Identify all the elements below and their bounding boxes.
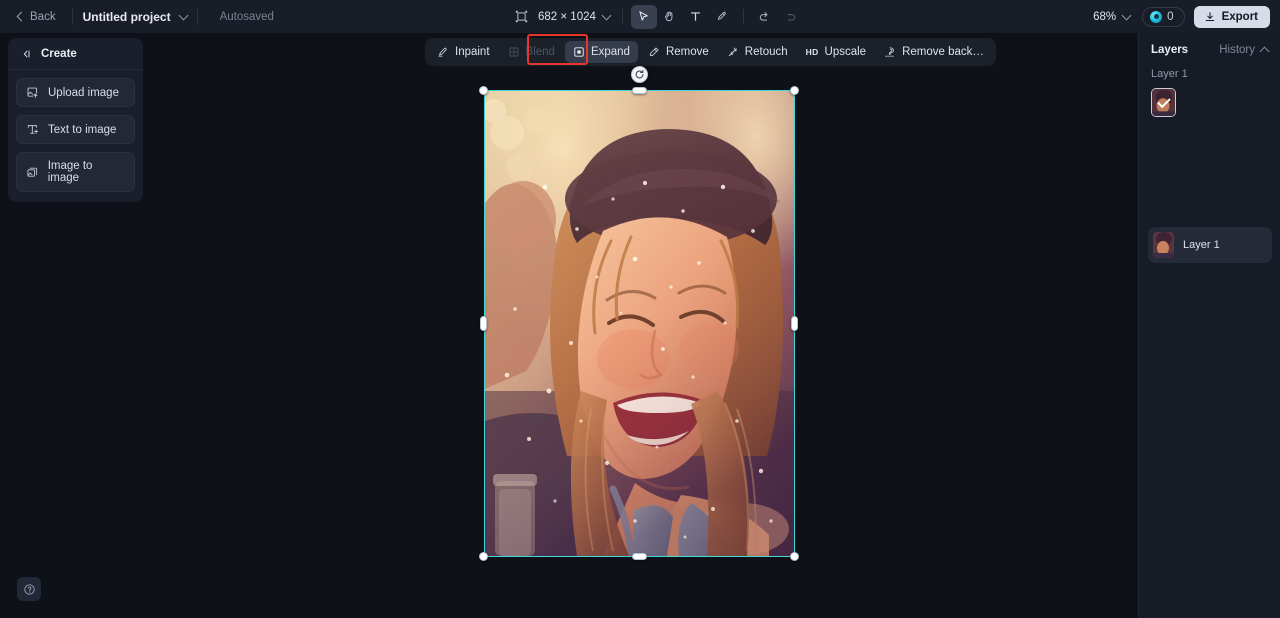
- help-button[interactable]: [17, 577, 41, 601]
- header-left-group: Back Untitled project Autosaved: [0, 0, 274, 33]
- resize-handle-top-left[interactable]: [479, 86, 488, 95]
- expand-label: Expand: [590, 46, 630, 58]
- create-panel-title: Create: [41, 48, 77, 60]
- layer-row[interactable]: Layer 1: [1148, 227, 1272, 263]
- credits-badge[interactable]: 0: [1142, 6, 1185, 27]
- help-icon: [23, 583, 35, 595]
- toolbar-divider-2: [742, 9, 744, 24]
- remove-button[interactable]: Remove: [640, 41, 717, 63]
- canvas-size-selector[interactable]: 682 × 1024: [534, 8, 614, 26]
- upscale-button[interactable]: HD Upscale: [798, 41, 874, 63]
- upscale-label: Upscale: [824, 46, 867, 58]
- resize-handle-right-center[interactable]: [791, 316, 798, 331]
- layer-name: Layer 1: [1183, 239, 1220, 251]
- remove-background-button[interactable]: Remove back…: [876, 41, 992, 63]
- autosave-status: Autosaved: [219, 10, 274, 23]
- header-right-group: 68% 0 Export: [1090, 0, 1270, 33]
- history-group-label: Layer 1: [1151, 68, 1188, 80]
- blend-label: Blend: [525, 46, 555, 58]
- hd-icon: HD: [805, 47, 819, 57]
- blend-icon: [509, 47, 519, 57]
- blend-button[interactable]: Blend: [500, 41, 563, 63]
- tab-history-label: History: [1219, 44, 1255, 56]
- select-tool-button[interactable]: [630, 4, 657, 29]
- zoom-level-selector[interactable]: 68%: [1090, 8, 1133, 26]
- export-button[interactable]: Export: [1193, 5, 1270, 28]
- tab-history[interactable]: History: [1219, 44, 1270, 56]
- resize-handle-bottom-left[interactable]: [479, 552, 488, 561]
- text-to-image-icon: [27, 125, 39, 134]
- create-item-label: Image to image: [47, 160, 93, 184]
- resize-handle-bottom-right[interactable]: [790, 552, 799, 561]
- create-item-label: Text to image: [48, 123, 117, 136]
- image-to-image-button[interactable]: Image to image: [16, 152, 135, 192]
- credit-token-icon: [1150, 10, 1163, 23]
- create-panel: Create Upload image Text to image Image …: [8, 38, 143, 202]
- back-label: Back: [30, 10, 56, 23]
- zoom-level-value: 68%: [1093, 10, 1117, 23]
- resize-handle-bottom-center[interactable]: [632, 553, 647, 560]
- create-item-label: Upload image: [48, 86, 119, 99]
- text-to-image-button[interactable]: Text to image: [16, 115, 135, 144]
- canvas-size-chevron-down-icon: [601, 10, 612, 20]
- history-section: Layer 1: [1139, 66, 1280, 117]
- rotate-handle[interactable]: [631, 66, 648, 83]
- header-divider-2: [196, 8, 198, 25]
- history-thumbnail[interactable]: [1151, 88, 1176, 117]
- image-to-image-icon: [27, 167, 38, 177]
- layers-panel: Layers History Layer 1 Layer 1: [1138, 33, 1280, 618]
- upload-image-icon: [27, 87, 38, 98]
- header-divider: [71, 8, 73, 25]
- brush-tool-button[interactable]: [709, 5, 735, 29]
- layers-panel-header: Layers History: [1139, 33, 1280, 66]
- remove-background-icon: [885, 47, 895, 57]
- redo-button[interactable]: [778, 5, 804, 29]
- canvas-frame-icon[interactable]: [508, 5, 534, 29]
- chevron-left-icon: [16, 11, 27, 22]
- resize-handle-top-right[interactable]: [790, 86, 799, 95]
- header-center-toolbar: 682 × 1024: [508, 0, 804, 33]
- expand-icon: [574, 47, 584, 57]
- create-panel-items: Upload image Text to image Image to imag…: [8, 70, 143, 202]
- remove-icon: [649, 47, 659, 57]
- expand-button[interactable]: Expand: [564, 41, 638, 63]
- remove-label: Remove: [665, 46, 709, 58]
- layers-list: Layer 1: [1139, 219, 1280, 271]
- layer-thumbnail: [1153, 232, 1174, 258]
- download-icon: [1205, 11, 1214, 21]
- toolbar-divider-1: [621, 9, 623, 24]
- retouch-label: Retouch: [744, 46, 788, 58]
- canvas-size-value: 682 × 1024: [538, 10, 596, 23]
- zoom-chevron-down-icon: [1121, 10, 1132, 20]
- chevron-down-icon[interactable]: [178, 10, 189, 20]
- resize-handle-top-center[interactable]: [632, 87, 647, 94]
- collapse-panel-icon: [23, 50, 30, 58]
- retouch-icon: [728, 47, 737, 57]
- export-label: Export: [1221, 10, 1258, 23]
- inpaint-label: Inpaint: [455, 46, 490, 58]
- edit-tools-toolbar: Inpaint Blend Expand Remove Retouch HD U…: [425, 38, 996, 66]
- hand-tool-button[interactable]: [657, 5, 683, 29]
- inpaint-icon: [438, 47, 447, 57]
- create-panel-header: Create: [8, 38, 143, 70]
- selection-frame: [484, 90, 795, 557]
- resize-handle-left-center[interactable]: [480, 316, 487, 331]
- project-name[interactable]: Untitled project: [83, 10, 171, 24]
- tab-layers[interactable]: Layers: [1151, 44, 1188, 56]
- remove-background-label: Remove back…: [902, 46, 984, 58]
- chevron-up-icon: [1259, 46, 1270, 56]
- image-editor-app: Back Untitled project Autosaved 682 × 10…: [0, 0, 1280, 618]
- undo-button[interactable]: [752, 5, 778, 29]
- back-button[interactable]: Back: [12, 7, 62, 27]
- top-header: Back Untitled project Autosaved 682 × 10…: [0, 0, 1280, 33]
- layer-thumbnail-image: [1153, 232, 1174, 258]
- credits-count: 0: [1167, 10, 1174, 23]
- retouch-button[interactable]: Retouch: [719, 41, 796, 63]
- text-tool-button[interactable]: [683, 5, 709, 29]
- upload-image-button[interactable]: Upload image: [16, 78, 135, 107]
- inpaint-button[interactable]: Inpaint: [429, 41, 498, 63]
- rotate-icon: [635, 69, 644, 79]
